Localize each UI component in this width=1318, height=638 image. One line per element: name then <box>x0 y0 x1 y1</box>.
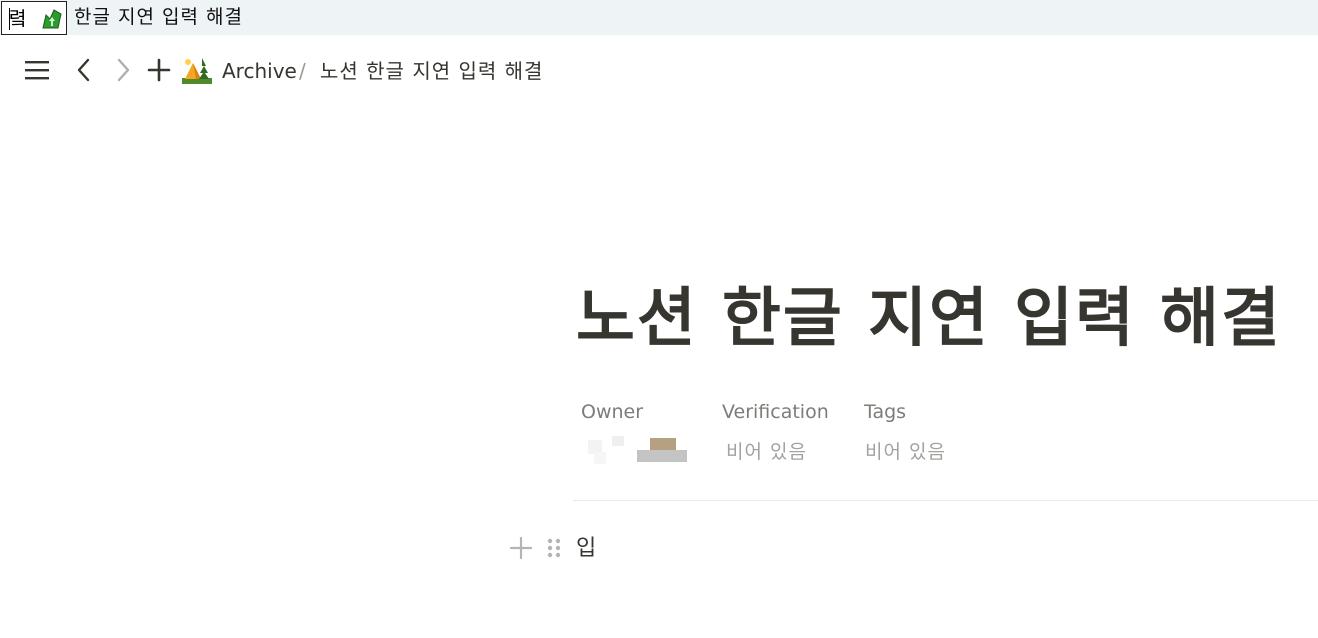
drag-handle-icon[interactable] <box>544 535 564 561</box>
chevron-right-icon <box>117 58 130 82</box>
page-title[interactable]: 노션 한글 지연 입력 해결 <box>576 280 1282 358</box>
back-button[interactable] <box>69 50 99 90</box>
ime-mode-icon <box>42 9 62 29</box>
ime-composing-text: 한글 지연 입력 해결 <box>74 6 243 28</box>
new-page-button[interactable] <box>144 50 174 90</box>
ime-composition-bar: 렼 한글 지연 입력 해결 <box>0 0 1318 35</box>
chevron-left-icon <box>77 58 90 82</box>
property-label-verification[interactable]: Verification <box>722 400 829 424</box>
ime-composing-char: 렼 <box>9 8 27 30</box>
forward-button[interactable] <box>108 50 138 90</box>
menu-button[interactable] <box>22 50 52 90</box>
plus-icon <box>147 58 171 82</box>
breadcrumb-parent[interactable]: Archive <box>222 58 297 84</box>
camping-tent-icon <box>182 58 212 84</box>
property-value-verification[interactable]: 비어 있음 <box>726 440 807 464</box>
property-label-owner[interactable]: Owner <box>581 400 643 424</box>
add-block-button[interactable] <box>508 535 534 561</box>
topbar: Archive / 노션 한글 지연 입력 해결 <box>0 50 1318 90</box>
ime-candidate-box: 렼 <box>1 1 67 35</box>
hamburger-menu-icon <box>25 61 49 80</box>
properties-divider <box>573 500 1318 501</box>
text-block[interactable]: 입 <box>576 534 596 564</box>
owner-avatar[interactable] <box>582 432 692 472</box>
property-value-tags[interactable]: 비어 있음 <box>865 440 946 464</box>
breadcrumb-separator: / <box>299 59 306 83</box>
breadcrumb-current[interactable]: 노션 한글 지연 입력 해결 <box>320 58 543 84</box>
property-label-tags[interactable]: Tags <box>864 400 906 424</box>
